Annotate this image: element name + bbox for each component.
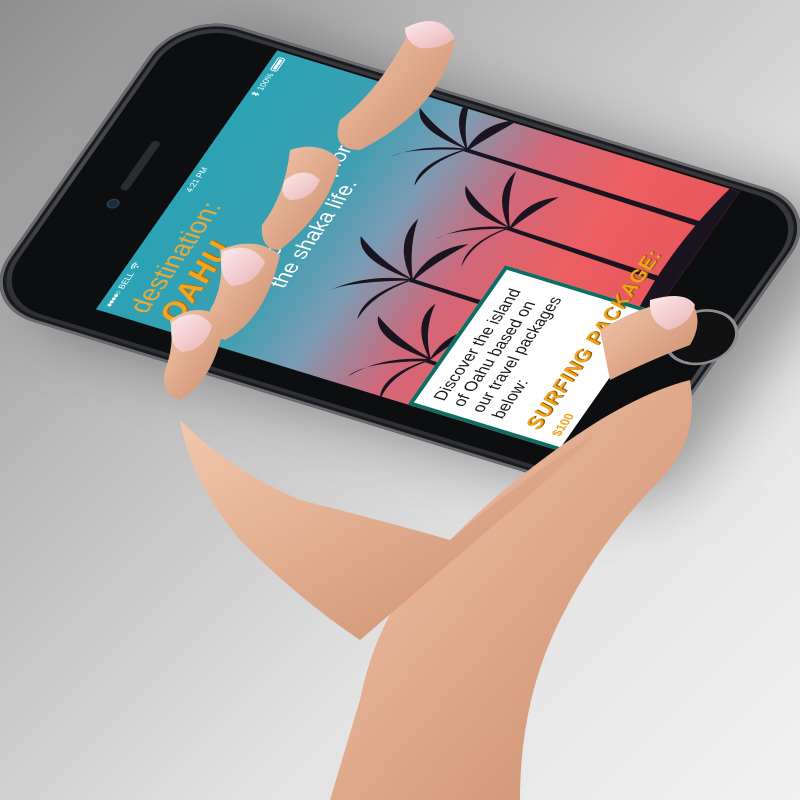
- phone-bezel: ●●●●○ BELL 4:21 PM 100% destination: OAH…: [0, 20, 800, 490]
- phone-body: ●●●●○ BELL 4:21 PM 100% destination: OAH…: [0, 9, 800, 501]
- bluetooth-icon: [249, 91, 262, 98]
- status-time: 4:21 PM: [183, 166, 210, 194]
- signal-dots-icon: ●●●●○: [102, 289, 123, 309]
- app-screen[interactable]: ●●●●○ BELL 4:21 PM 100% destination: OAH…: [95, 50, 740, 451]
- earpiece: [119, 139, 162, 192]
- battery-percent: 100%: [254, 71, 276, 92]
- photo-scene: ●●●●○ BELL 4:21 PM 100% destination: OAH…: [0, 0, 800, 800]
- home-button-icon[interactable]: [650, 301, 752, 374]
- carrier-label: BELL: [115, 271, 136, 290]
- battery-icon: [269, 56, 286, 72]
- wifi-icon: [129, 261, 143, 271]
- front-camera-icon: [104, 197, 122, 210]
